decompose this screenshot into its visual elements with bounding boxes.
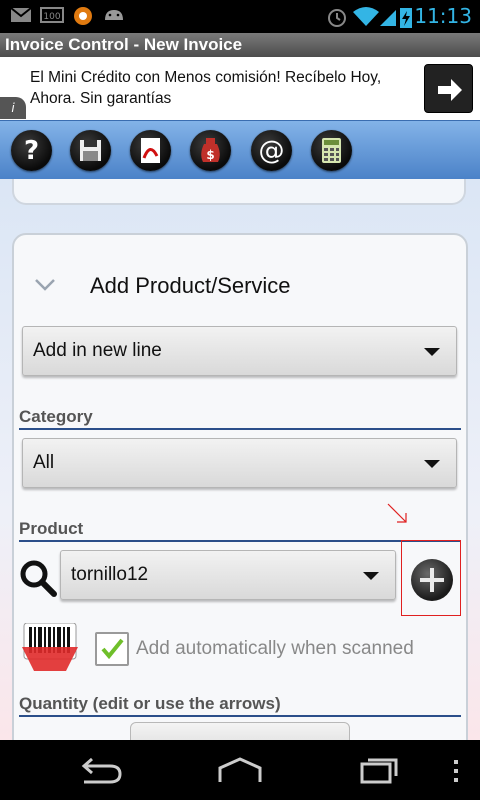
signal-icon: [380, 10, 396, 26]
money-bag-button[interactable]: $: [190, 130, 231, 171]
gmail-icon: [10, 7, 32, 22]
auto-add-label[interactable]: Add automatically when scanned: [136, 638, 414, 660]
home-icon[interactable]: [216, 756, 264, 784]
auto-add-checkbox[interactable]: [95, 632, 129, 666]
alarm-icon: [328, 9, 346, 27]
category-dropdown[interactable]: All: [22, 438, 457, 488]
save-button[interactable]: [70, 130, 111, 171]
svg-text:$: $: [206, 148, 214, 162]
recent-apps-icon[interactable]: [358, 754, 406, 786]
quantity-stepper[interactable]: [130, 722, 350, 740]
window-title: Invoice Control - New Invoice: [0, 33, 480, 57]
android-icon: [105, 10, 123, 20]
search-icon[interactable]: [18, 558, 58, 598]
email-icon: @: [259, 136, 285, 166]
product-dropdown[interactable]: tornillo12: [60, 550, 396, 600]
product-value: tornillo12: [71, 564, 149, 585]
calculator-icon: [322, 138, 341, 163]
highlight-box: [401, 540, 461, 616]
ad-info-icon[interactable]: i: [0, 97, 26, 119]
category-label: Category: [19, 407, 93, 426]
category-divider: [19, 428, 461, 430]
status-bar: 100 11:13: [0, 0, 480, 33]
wifi-icon: [353, 7, 379, 26]
system-nav-bar: [0, 740, 480, 800]
dropdown-arrow-icon: [424, 348, 440, 356]
svg-text:100: 100: [43, 12, 60, 22]
help-button[interactable]: ?: [11, 130, 52, 171]
ad-text[interactable]: El Mini Crédito con Menos comisión! Recí…: [30, 67, 415, 109]
dropdown-arrow-icon: [363, 572, 379, 580]
avast-icon: [74, 7, 92, 25]
product-divider: [19, 540, 461, 542]
quantity-divider: [19, 715, 461, 717]
line-mode-dropdown[interactable]: Add in new line: [22, 326, 457, 376]
product-label: Product: [19, 519, 84, 538]
dropdown-arrow-icon: [424, 460, 440, 468]
svg-text:@: @: [259, 136, 285, 166]
category-value: All: [33, 452, 55, 473]
svg-text:?: ?: [24, 136, 39, 166]
barcode-scanner-icon[interactable]: [22, 623, 78, 673]
overflow-menu-icon[interactable]: [450, 758, 462, 784]
content-area: Add Product/Service Add in new line Cate…: [0, 179, 480, 740]
toolbar: ? $ @: [0, 120, 480, 179]
previous-section-card: [12, 179, 466, 205]
annotation-arrow-icon: [387, 503, 407, 523]
save-icon: [80, 140, 101, 161]
pdf-icon: [141, 138, 160, 163]
line-mode-value: Add in new line: [33, 340, 162, 361]
email-button[interactable]: @: [251, 130, 292, 171]
ad-arrow-button[interactable]: [424, 64, 473, 113]
help-icon: ?: [24, 136, 39, 166]
arrow-right-icon: [438, 79, 462, 101]
chevron-down-icon[interactable]: [34, 278, 56, 292]
section-title: Add Product/Service: [90, 273, 291, 298]
battery-charging-icon: [400, 8, 412, 28]
money-bag-icon: $: [201, 138, 220, 162]
battery-100-icon: 100: [40, 7, 64, 23]
pdf-button[interactable]: [130, 130, 171, 171]
ad-banner[interactable]: El Mini Crédito con Menos comisión! Recí…: [0, 57, 480, 120]
calculator-button[interactable]: [311, 130, 352, 171]
clock: 11:13: [414, 4, 472, 28]
back-icon[interactable]: [76, 756, 124, 784]
quantity-label: Quantity (edit or use the arrows): [19, 694, 281, 713]
check-icon: [101, 638, 124, 660]
